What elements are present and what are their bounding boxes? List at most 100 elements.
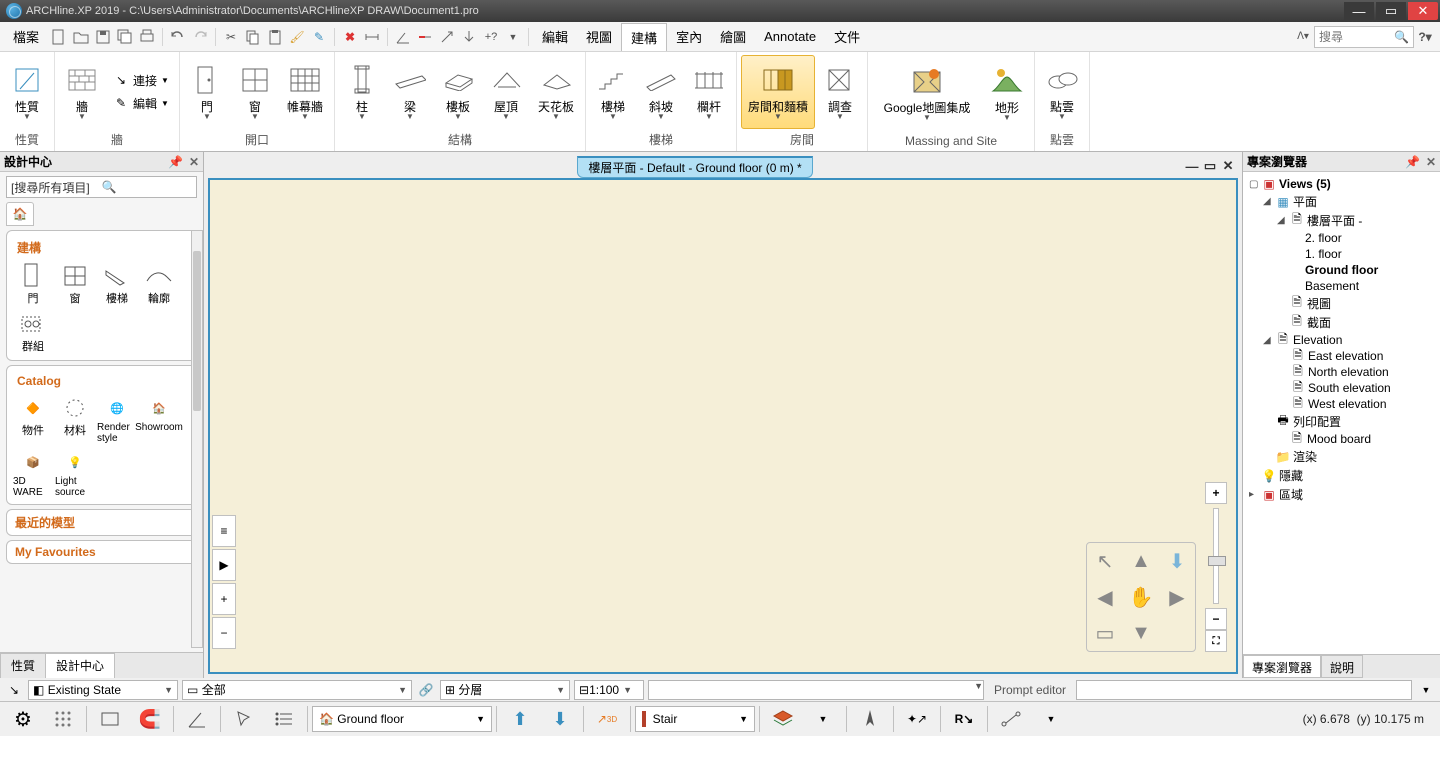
delete-icon[interactable]: ✖ (340, 27, 360, 47)
left-tab-properties[interactable]: 性質 (0, 653, 46, 678)
zoom-slider[interactable]: + − ⛶ (1204, 482, 1228, 652)
list-toggle-icon[interactable]: ≡ (212, 515, 236, 547)
tree-west-elev[interactable]: West elevation (1308, 397, 1387, 411)
dimension-icon[interactable] (362, 27, 382, 47)
tree-view[interactable]: 視圖 (1307, 295, 1331, 312)
brush-icon[interactable]: 🖌 (287, 27, 307, 47)
ribbon-search[interactable]: 🔍 (1314, 26, 1414, 48)
wall-connect-button[interactable]: ↘連接 ▼ (107, 70, 175, 91)
tree-floor-plan[interactable]: 樓層平面 - (1307, 212, 1362, 229)
dc-stair[interactable]: 樓梯 (97, 262, 137, 306)
home-button[interactable]: 🏠 (6, 202, 34, 226)
paste-icon[interactable] (265, 27, 285, 47)
floor-up-icon[interactable]: ⬆ (501, 704, 539, 734)
zoom-fit-icon[interactable]: ⛶ (1205, 630, 1227, 652)
filter-combo[interactable]: ▭ 全部▼ (182, 680, 412, 700)
tab-catalog[interactable]: Catalog (13, 372, 190, 390)
search-icon[interactable]: 🔍 (102, 180, 193, 194)
design-center-search[interactable]: [搜尋所有項目] 🔍 (6, 176, 197, 198)
dc-showroom[interactable]: 🏠Showroom (139, 394, 179, 444)
slab-button[interactable]: 樓板▼ (435, 55, 481, 129)
room-area-button[interactable]: 房間和麵積▼ (741, 55, 815, 129)
panel-close-icon[interactable]: ✕ (189, 155, 199, 169)
railing-button[interactable]: 欄杆▼ (686, 55, 732, 129)
maximize-button[interactable]: ▭ (1376, 2, 1406, 20)
object-combo[interactable]: Stair▼ (635, 706, 755, 732)
grid-icon[interactable] (44, 704, 82, 734)
menu-document[interactable]: 文件 (825, 23, 869, 50)
ribbon-search-input[interactable] (1319, 30, 1394, 44)
canvas-max-icon[interactable]: ▭ (1202, 158, 1218, 174)
rect-icon[interactable] (91, 704, 129, 734)
window-button[interactable]: 窗▼ (232, 55, 278, 129)
dc-material[interactable]: 材料 (55, 394, 95, 444)
tab-build[interactable]: 建構 (13, 237, 190, 258)
magnet-icon[interactable]: 🧲 (131, 704, 169, 734)
collapse-ribbon-icon[interactable]: ᐱ▾ (1293, 27, 1313, 47)
menu-build[interactable]: 建構 (621, 23, 667, 51)
door-button[interactable]: 門▼ (184, 55, 230, 129)
close-button[interactable]: ✕ (1408, 2, 1438, 20)
search-icon[interactable]: 🔍 (1394, 30, 1409, 44)
zoom-plus-icon[interactable]: + (212, 583, 236, 615)
ceiling-button[interactable]: 天花板▼ (531, 55, 581, 129)
tree-views[interactable]: Views (5) (1279, 177, 1331, 191)
tree-basement[interactable]: Basement (1305, 279, 1359, 293)
command-icon[interactable]: ↘ (4, 680, 24, 700)
save-icon[interactable] (93, 27, 113, 47)
nav-sw-icon[interactable]: ▭ (1087, 615, 1123, 651)
recent-models[interactable]: 最近的模型 (6, 509, 197, 536)
canvas-close-icon[interactable]: ✕ (1220, 158, 1236, 174)
beam-button[interactable]: 梁▼ (387, 55, 433, 129)
angle-icon[interactable] (393, 27, 413, 47)
pencil-icon[interactable]: ✎ (309, 27, 329, 47)
nav-left-icon[interactable]: ◀ (1087, 579, 1123, 615)
layers-dropdown-icon[interactable]: ▼ (804, 704, 842, 734)
dc-light-source[interactable]: 💡Light source (55, 448, 95, 498)
nav-down-icon[interactable]: ▼ (1123, 615, 1159, 651)
nav-nw-icon[interactable]: ↖ (1087, 543, 1123, 579)
north-icon[interactable] (851, 704, 889, 734)
tree-section[interactable]: 截面 (1307, 314, 1331, 331)
right-tab-help[interactable]: 說明 (1321, 655, 1363, 678)
layer-combo[interactable]: ⊞ 分層▼ (440, 680, 570, 700)
nav-right-icon[interactable]: ▶ (1159, 579, 1195, 615)
reference-icon[interactable]: R↘ (945, 704, 983, 734)
zoom-minus-icon[interactable]: − (212, 617, 236, 649)
my-favourites[interactable]: My Favourites (6, 540, 197, 564)
tree-east-elev[interactable]: East elevation (1308, 349, 1383, 363)
arrow-diag-icon[interactable] (437, 27, 457, 47)
save-all-icon[interactable] (115, 27, 135, 47)
sparkle-icon[interactable]: ✦↗ (898, 704, 936, 734)
cursor-icon[interactable] (225, 704, 263, 734)
pointcloud-button[interactable]: 點雲▼ (1039, 55, 1085, 129)
tree-ground-floor[interactable]: Ground floor (1305, 263, 1378, 277)
navigation-pad[interactable]: ↖ ▲ ⬇ ◀ ✋ ▶ ▭ ▼ (1086, 542, 1196, 652)
dc-3dwarehouse[interactable]: 📦3D WARE (13, 448, 53, 498)
dc-door[interactable]: 門 (13, 262, 53, 306)
menu-edit[interactable]: 編輯 (533, 23, 577, 50)
arrow-down-icon[interactable] (459, 27, 479, 47)
angle-snap-icon[interactable] (178, 704, 216, 734)
layers-icon[interactable] (764, 704, 802, 734)
floor-down-icon[interactable]: ⬇ (541, 704, 579, 734)
plus-query-icon[interactable]: +? (481, 27, 501, 47)
dc-render-style[interactable]: 🌐Render style (97, 394, 137, 444)
nav-ne-icon[interactable]: ⬇ (1159, 543, 1195, 579)
horiz-icon[interactable] (415, 27, 435, 47)
open-icon[interactable] (71, 27, 91, 47)
pin-icon[interactable]: 📌 (1405, 155, 1420, 169)
dc-object[interactable]: 🔶物件 (13, 394, 53, 444)
nav-pan-icon[interactable]: ✋ (1123, 579, 1159, 615)
wall-edit-button[interactable]: ✎編輯 ▼ (107, 93, 175, 114)
menu-annotate[interactable]: Annotate (755, 25, 825, 48)
expand-right-icon[interactable]: ▶ (212, 549, 236, 581)
menu-view[interactable]: 視圖 (577, 23, 621, 50)
state-combo[interactable]: ◧ Existing State▼ (28, 680, 178, 700)
prompt-input[interactable]: ▼ (648, 680, 984, 700)
canvas[interactable]: ≡ ▶ + − ↖ ▲ ⬇ ◀ ✋ ▶ ▭ ▼ + − ⛶ (208, 178, 1238, 674)
scale-combo[interactable]: ⊟1:100▼ (574, 680, 644, 700)
tree-hidden[interactable]: 隱藏 (1279, 467, 1303, 484)
dropdown-icon[interactable]: ▼ (1416, 680, 1436, 700)
google-map-button[interactable]: Google地圖集成▼ (872, 56, 982, 130)
